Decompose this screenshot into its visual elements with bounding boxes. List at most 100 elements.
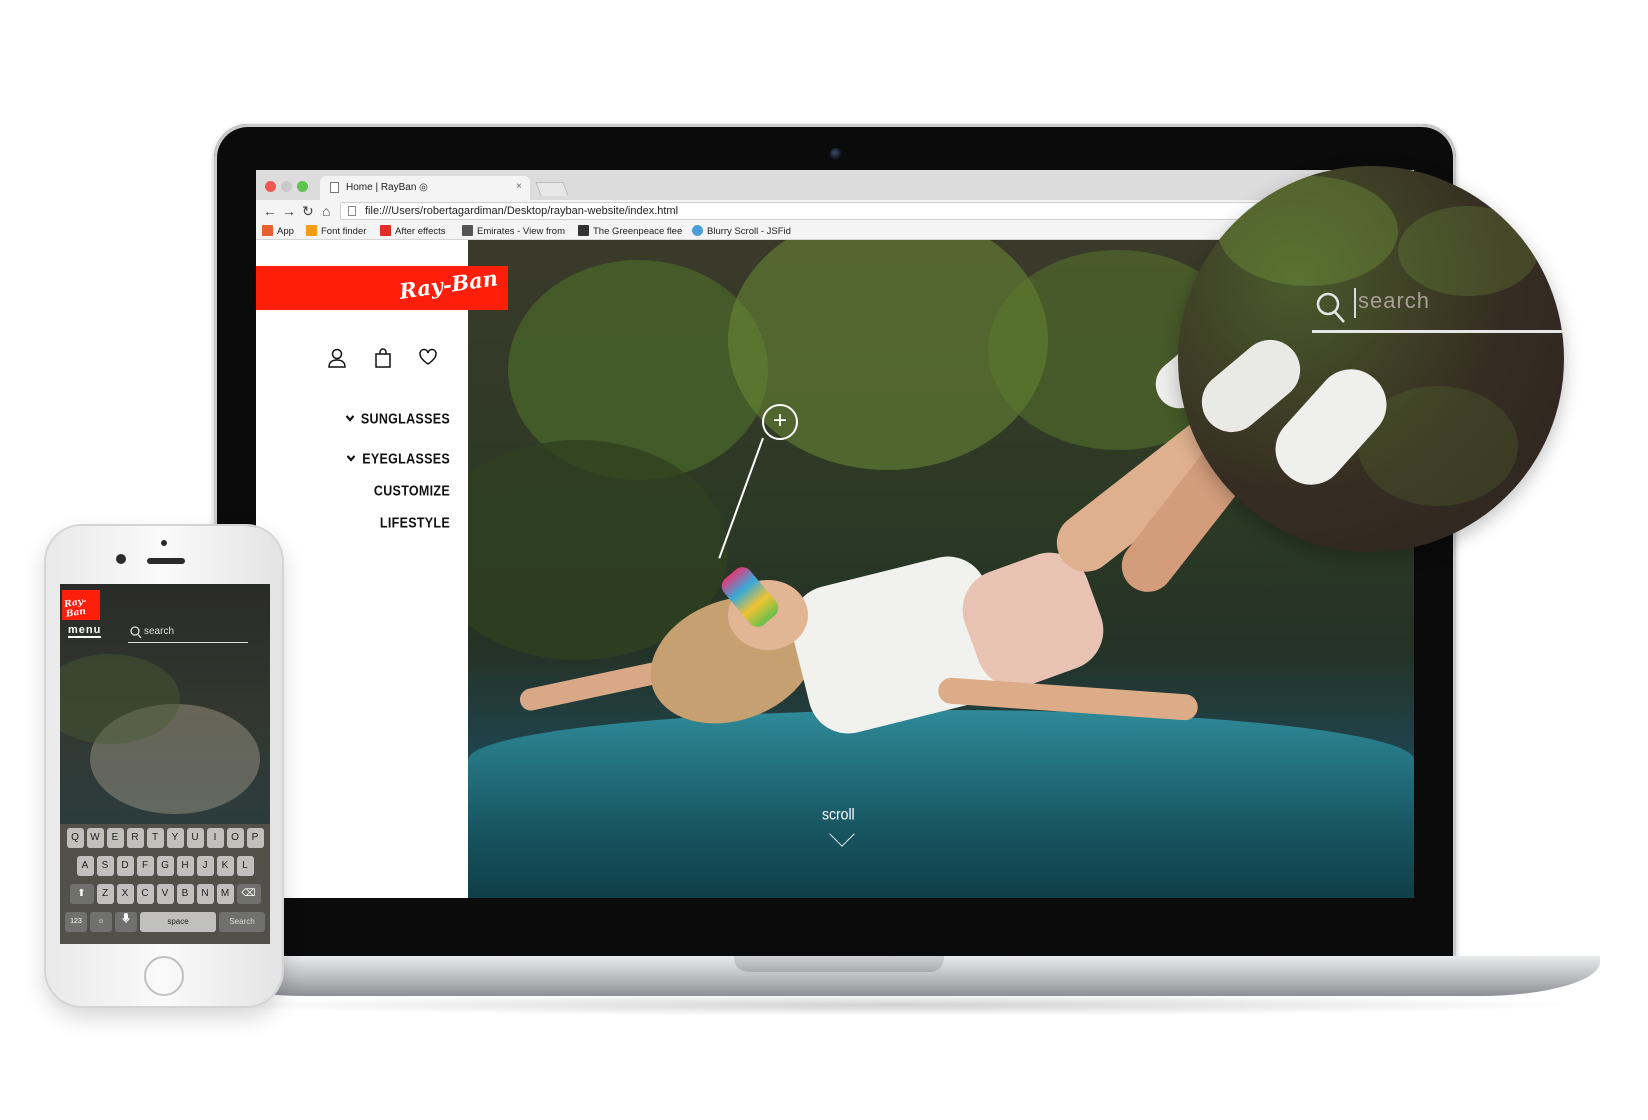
home-icon[interactable]: ⌂	[322, 202, 330, 220]
keyboard-row: QWERTYUIOP	[60, 828, 270, 848]
key-c[interactable]: C	[136, 884, 154, 904]
greenpeace-icon	[578, 225, 589, 236]
hotspot-pointer-line	[718, 437, 764, 559]
key-x[interactable]: X	[116, 884, 134, 904]
phone-proximity-sensor	[161, 540, 167, 546]
foliage	[1218, 176, 1398, 286]
laptop-notch	[734, 956, 944, 972]
search-icon	[1316, 292, 1346, 329]
back-arrow-icon[interactable]: ←	[263, 202, 277, 220]
apps-grid-icon	[262, 225, 273, 236]
backspace-key[interactable]: ⌫	[236, 884, 261, 904]
laptop-shadow	[200, 994, 1590, 1016]
key-k[interactable]: K	[216, 856, 234, 876]
shopping-bag-icon[interactable]	[374, 348, 392, 373]
bookmark-greenpeace[interactable]: The Greenpeace flee	[578, 225, 682, 237]
bookmark-after-effects[interactable]: After effects	[380, 225, 446, 237]
search-key[interactable]: Search	[219, 912, 265, 932]
chevron-down-icon	[347, 451, 356, 462]
nav-customize[interactable]: CUSTOMIZE	[374, 483, 450, 499]
laptop-camera	[830, 148, 842, 160]
keyboard-row: ⬆ ZXCVBNM ⌫	[60, 884, 270, 904]
key-q[interactable]: Q	[66, 828, 84, 848]
rayban-logo[interactable]: Ray-Ban	[256, 265, 508, 310]
site-sidebar: SUNGLASSES EYEGLASSES CUSTOMIZE LIFESTYL…	[256, 240, 468, 898]
key-b[interactable]: B	[176, 884, 194, 904]
keyboard-row: 123 ☺ space Search	[60, 912, 270, 932]
search-input[interactable]: search	[144, 626, 174, 637]
logo-text: Ray-Ban	[63, 596, 88, 620]
scroll-label[interactable]: scroll	[822, 805, 855, 823]
search-input[interactable]: search	[1358, 288, 1430, 314]
text-cursor	[1354, 288, 1356, 318]
tab-title: Home | RayBan ◎	[346, 182, 428, 193]
nav-lifestyle[interactable]: LIFESTYLE	[380, 515, 450, 531]
search-underline	[128, 642, 248, 643]
phone-camera	[116, 554, 126, 564]
key-o[interactable]: O	[226, 828, 244, 848]
key-w[interactable]: W	[86, 828, 104, 848]
key-m[interactable]: M	[216, 884, 234, 904]
tab-close-icon[interactable]: ×	[516, 181, 522, 192]
key-r[interactable]: R	[126, 828, 144, 848]
bookmark-font-finder[interactable]: Font finder	[306, 225, 366, 237]
key-e[interactable]: E	[106, 828, 124, 848]
bookmark-blurry-scroll[interactable]: Blurry Scroll - JSFid	[692, 225, 791, 237]
nav-eyeglasses[interactable]: EYEGLASSES	[347, 451, 450, 467]
url-text: file:///Users/robertagardiman/Desktop/ra…	[365, 205, 679, 217]
key-y[interactable]: Y	[166, 828, 184, 848]
new-tab-button[interactable]	[535, 182, 569, 196]
search-underline	[1312, 330, 1564, 333]
logo-text: Ray-Ban	[397, 265, 500, 304]
key-d[interactable]: D	[116, 856, 134, 876]
shift-key[interactable]: ⬆	[69, 884, 94, 904]
rayban-logo[interactable]: Ray-Ban	[62, 590, 100, 620]
foliage	[1398, 206, 1538, 296]
browser-tab[interactable]: Home | RayBan ◎ ×	[320, 176, 530, 200]
key-p[interactable]: P	[246, 828, 264, 848]
product-hotspot-button[interactable]: +	[762, 404, 798, 440]
bookmark-app[interactable]: App	[262, 225, 294, 237]
key-t[interactable]: T	[146, 828, 164, 848]
key-u[interactable]: U	[186, 828, 204, 848]
key-g[interactable]: G	[156, 856, 174, 876]
keyboard-letters: ZXCVBNM	[96, 884, 234, 904]
home-button[interactable]	[144, 956, 184, 996]
page-icon	[330, 182, 339, 193]
forward-arrow-icon[interactable]: →	[282, 202, 296, 220]
numbers-key[interactable]: 123	[65, 912, 87, 932]
phone-speaker	[147, 558, 185, 564]
key-n[interactable]: N	[196, 884, 214, 904]
font-finder-icon	[306, 225, 317, 236]
window-zoom-button[interactable]	[297, 181, 308, 192]
menu-button[interactable]: menu	[68, 624, 102, 638]
nav-sunglasses[interactable]: SUNGLASSES	[345, 411, 450, 427]
user-icon[interactable]	[328, 348, 346, 373]
bookmark-emirates[interactable]: Emirates - View from	[462, 225, 565, 237]
reload-icon[interactable]: ↻	[302, 202, 314, 220]
key-h[interactable]: H	[176, 856, 194, 876]
key-j[interactable]: J	[196, 856, 214, 876]
key-v[interactable]: V	[156, 884, 174, 904]
key-z[interactable]: Z	[96, 884, 114, 904]
microphone-key[interactable]	[115, 912, 137, 932]
on-screen-keyboard: QWERTYUIOP ASDFGHJKL ⬆ ZXCVBNM ⌫ 123 ☺ s…	[60, 824, 270, 944]
chevron-down-icon	[345, 411, 355, 422]
window-close-button[interactable]	[265, 181, 276, 192]
emoji-key[interactable]: ☺	[90, 912, 112, 932]
phone-frame: Ray-Ban menu search QWERTYUIOP ASDFGHJKL…	[46, 526, 282, 1006]
key-f[interactable]: F	[136, 856, 154, 876]
key-i[interactable]: I	[206, 828, 224, 848]
key-a[interactable]: A	[76, 856, 94, 876]
heart-icon[interactable]	[418, 348, 438, 371]
key-l[interactable]: L	[236, 856, 254, 876]
car-hood	[468, 710, 1414, 898]
phone-screen: Ray-Ban menu search QWERTYUIOP ASDFGHJKL…	[60, 584, 270, 944]
window-minimize-button[interactable]	[281, 181, 292, 192]
file-icon	[348, 206, 356, 216]
keyboard-row: ASDFGHJKL	[60, 856, 270, 876]
youtube-icon	[380, 225, 391, 236]
key-s[interactable]: S	[96, 856, 114, 876]
search-zoom-callout: search	[1178, 166, 1564, 552]
space-key[interactable]: space	[140, 912, 216, 932]
